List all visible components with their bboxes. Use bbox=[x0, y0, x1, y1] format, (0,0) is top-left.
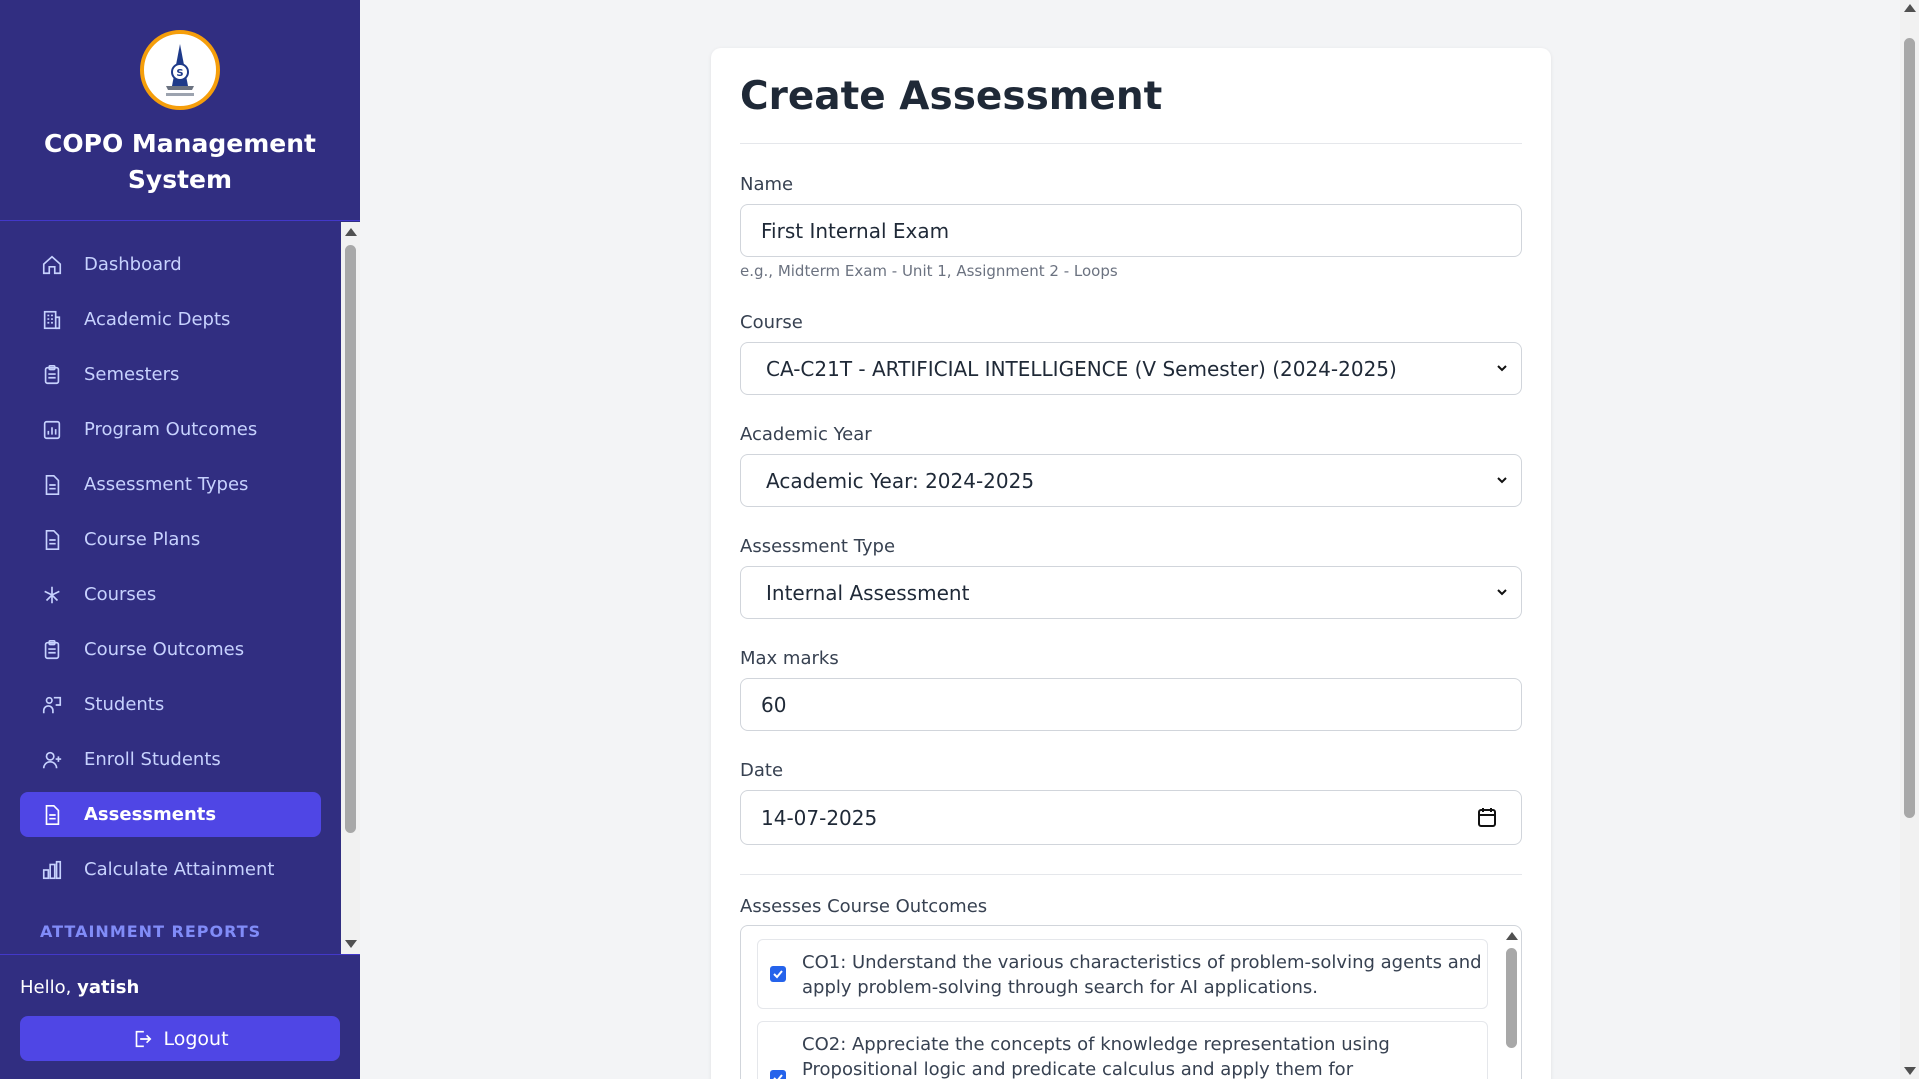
checkbox-checked-icon[interactable] bbox=[770, 1070, 786, 1079]
chart-doc-icon bbox=[40, 418, 64, 442]
assessment-type-select[interactable]: Internal Assessment bbox=[740, 566, 1522, 619]
page-title: Create Assessment bbox=[740, 74, 1163, 119]
scrollbar-thumb[interactable] bbox=[1506, 948, 1517, 1048]
student-icon bbox=[40, 693, 64, 717]
sidebar-item-course-outcomes[interactable]: Course Outcomes bbox=[20, 627, 321, 672]
user-area: Hello, yatish Logout bbox=[0, 954, 360, 1079]
scrollbar-thumb[interactable] bbox=[345, 245, 356, 833]
course-select[interactable]: CA-C21T - ARTIFICIAL INTELLIGENCE (V Sem… bbox=[740, 342, 1522, 395]
title-divider bbox=[740, 143, 1522, 144]
sidebar-item-label: Course Plans bbox=[84, 529, 201, 550]
page-scrollbar[interactable] bbox=[1900, 0, 1919, 1079]
scrollbar-thumb[interactable] bbox=[1904, 38, 1915, 818]
course-outcomes-label: Assesses Course Outcomes bbox=[740, 896, 988, 917]
date-label: Date bbox=[740, 760, 784, 781]
create-assessment-card: Create Assessment Name First Internal Ex… bbox=[711, 48, 1551, 1079]
sidebar-item-program-outcomes[interactable]: Program Outcomes bbox=[20, 407, 321, 452]
logout-icon bbox=[136, 1030, 152, 1047]
attainment-reports-heading: ATTAINMENT REPORTS bbox=[40, 922, 262, 941]
user-name: yatish bbox=[77, 977, 140, 998]
svg-text:S: S bbox=[176, 68, 183, 79]
sidebar-item-assessment-types[interactable]: Assessment Types bbox=[20, 462, 321, 507]
clipboard-icon bbox=[40, 638, 64, 662]
calendar-icon[interactable] bbox=[1477, 806, 1497, 828]
course-outcomes-list: CO1: Understand the various characterist… bbox=[740, 925, 1522, 1079]
sidebar-item-label: Dashboard bbox=[84, 254, 182, 275]
clipboard-icon bbox=[40, 363, 64, 387]
max-marks-input[interactable]: 60 bbox=[740, 678, 1522, 731]
logout-label: Logout bbox=[163, 1027, 229, 1050]
name-hint: e.g., Midterm Exam - Unit 1, Assignment … bbox=[740, 262, 1118, 280]
sidebar-item-assessments[interactable]: Assessments bbox=[20, 792, 321, 837]
brand-header: S COPO Management System bbox=[0, 0, 360, 221]
sidebar-item-semesters[interactable]: Semesters bbox=[20, 352, 321, 397]
course-outcome-item[interactable]: CO2: Appreciate the concepts of knowledg… bbox=[757, 1021, 1488, 1079]
sidebar: S COPO Management System Dashboard Acade… bbox=[0, 0, 360, 1079]
sidebar-item-label: Program Outcomes bbox=[84, 419, 258, 440]
sidebar-item-label: Courses bbox=[84, 584, 157, 605]
chevron-down-icon bbox=[1497, 589, 1507, 596]
course-outcome-text: CO1: Understand the various characterist… bbox=[802, 952, 1482, 998]
assessment-type-value: Internal Assessment bbox=[766, 580, 970, 605]
sidebar-item-courses[interactable]: Courses bbox=[20, 572, 321, 617]
sidebar-item-academic-depts[interactable]: Academic Depts bbox=[20, 297, 321, 342]
sidebar-item-label: Enroll Students bbox=[84, 749, 221, 770]
sidebar-item-enroll-students[interactable]: Enroll Students bbox=[20, 737, 321, 782]
academic-year-label: Academic Year bbox=[740, 424, 872, 445]
scroll-up-icon[interactable] bbox=[1904, 4, 1916, 12]
scroll-down-icon[interactable] bbox=[345, 940, 357, 948]
course-select-value: CA-C21T - ARTIFICIAL INTELLIGENCE (V Sem… bbox=[766, 356, 1397, 381]
name-label: Name bbox=[740, 174, 794, 195]
scroll-up-icon[interactable] bbox=[345, 228, 357, 236]
bar-chart-icon bbox=[40, 858, 64, 882]
academic-year-select[interactable]: Academic Year: 2024-2025 bbox=[740, 454, 1522, 507]
academic-year-value: Academic Year: 2024-2025 bbox=[766, 468, 1035, 493]
name-input-value: First Internal Exam bbox=[761, 218, 950, 243]
sidebar-item-label: Academic Depts bbox=[84, 309, 231, 330]
sidebar-item-label: Assessments bbox=[84, 804, 217, 825]
soundarya-logo-icon: S bbox=[140, 30, 220, 110]
checkbox-checked-icon[interactable] bbox=[770, 966, 786, 982]
course-outcome-item[interactable]: CO1: Understand the various characterist… bbox=[757, 939, 1488, 1009]
user-plus-icon bbox=[40, 748, 64, 772]
greeting-text: Hello, bbox=[20, 977, 72, 998]
user-greeting: Hello, yatish bbox=[20, 977, 139, 998]
sidebar-item-label: Assessment Types bbox=[84, 474, 249, 495]
scroll-down-icon[interactable] bbox=[1904, 1067, 1916, 1075]
sidebar-item-students[interactable]: Students bbox=[20, 682, 321, 727]
document-icon bbox=[40, 803, 64, 827]
date-value: 14-07-2025 bbox=[761, 805, 878, 830]
sidebar-scrollbar[interactable] bbox=[341, 222, 360, 954]
sidebar-item-dashboard[interactable]: Dashboard bbox=[20, 242, 321, 287]
course-label: Course bbox=[740, 312, 803, 333]
building-icon bbox=[40, 308, 64, 332]
document-icon bbox=[40, 473, 64, 497]
document-icon bbox=[40, 528, 64, 552]
course-outcome-text: CO2: Appreciate the concepts of knowledg… bbox=[802, 1034, 1390, 1079]
sidebar-nav: Dashboard Academic Depts Semesters Progr… bbox=[0, 222, 341, 954]
chevron-down-icon bbox=[1497, 477, 1507, 484]
max-marks-label: Max marks bbox=[740, 648, 839, 669]
name-input[interactable]: First Internal Exam bbox=[740, 204, 1522, 257]
assessment-type-label: Assessment Type bbox=[740, 536, 896, 557]
date-input[interactable]: 14-07-2025 bbox=[740, 790, 1522, 845]
logout-button[interactable]: Logout bbox=[20, 1016, 340, 1061]
sidebar-item-label: Students bbox=[84, 694, 165, 715]
sidebar-item-label: Semesters bbox=[84, 364, 180, 385]
course-outcomes-scrollbar[interactable] bbox=[1502, 926, 1521, 1079]
max-marks-value: 60 bbox=[761, 692, 787, 717]
sidebar-item-calculate-attainment[interactable]: Calculate Attainment bbox=[20, 847, 321, 892]
sidebar-item-course-plans[interactable]: Course Plans bbox=[20, 517, 321, 562]
network-icon bbox=[40, 583, 64, 607]
home-icon bbox=[40, 253, 64, 277]
sidebar-item-label: Calculate Attainment bbox=[84, 859, 275, 880]
section-divider bbox=[740, 874, 1522, 875]
app-title: COPO Management System bbox=[44, 129, 316, 194]
scroll-up-icon[interactable] bbox=[1506, 932, 1518, 940]
chevron-down-icon bbox=[1497, 365, 1507, 372]
sidebar-item-label: Course Outcomes bbox=[84, 639, 245, 660]
